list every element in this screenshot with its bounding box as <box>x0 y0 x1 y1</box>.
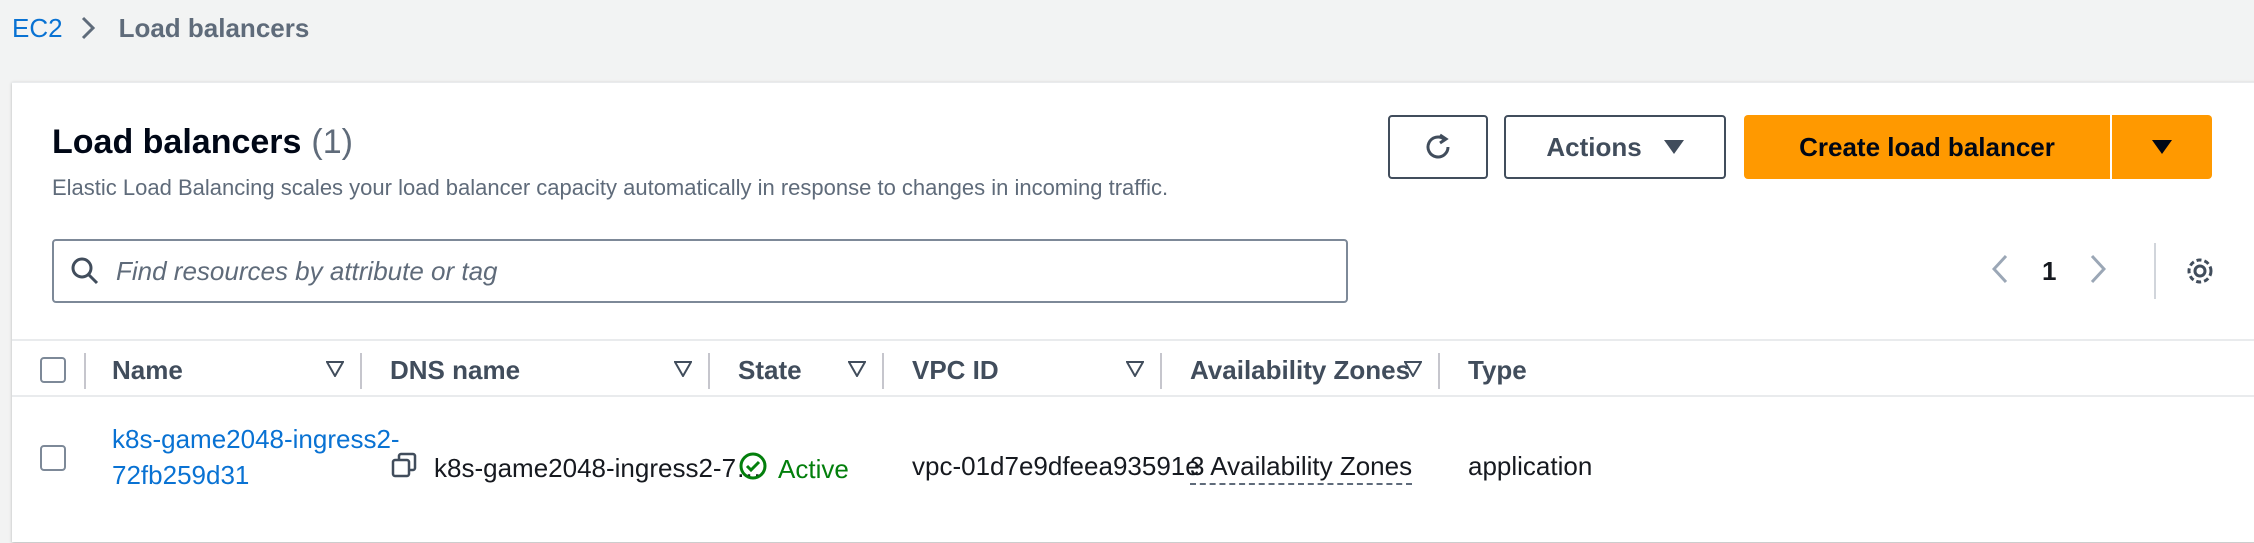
actions-dropdown-button[interactable]: Actions <box>1504 115 1726 179</box>
create-load-balancer-button[interactable]: Create load balancer <box>1744 115 2110 179</box>
state-cell: Active <box>738 451 849 488</box>
column-divider <box>360 353 362 389</box>
create-label: Create load balancer <box>1799 131 2055 162</box>
load-balancer-name-link[interactable]: k8s-game2048-ingress2- 72fb259d31 <box>112 421 400 493</box>
page-title-text: Load balancers <box>52 123 302 161</box>
search-icon <box>71 257 99 285</box>
page-number[interactable]: 1 <box>2042 256 2056 287</box>
search-field[interactable] <box>52 239 1348 303</box>
column-header-type[interactable]: Type <box>1468 341 1527 399</box>
caret-down-icon <box>1663 140 1684 154</box>
breadcrumb-ec2-link[interactable]: EC2 <box>12 13 63 44</box>
page-title: Load balancers (1) <box>52 123 353 162</box>
column-divider <box>1160 353 1162 389</box>
type-cell: application <box>1468 451 1593 481</box>
status-success-icon <box>738 451 768 488</box>
name-line-2: 72fb259d31 <box>112 460 250 490</box>
caret-down-icon <box>2152 140 2172 154</box>
column-label: Availability Zones <box>1190 354 1411 385</box>
settings-gear-icon[interactable] <box>2182 253 2218 289</box>
actions-label: Actions <box>1546 131 1642 162</box>
sort-icon[interactable] <box>1126 361 1144 377</box>
table-header: Name DNS name State VPC ID Availability … <box>12 339 2254 397</box>
column-label: Name <box>112 354 183 385</box>
chevron-right-icon <box>81 13 101 43</box>
page-description: Elastic Load Balancing scales your load … <box>52 175 1169 200</box>
name-line-1: k8s-game2048-ingress2- <box>112 424 400 454</box>
breadcrumb-current: Load balancers <box>118 12 310 43</box>
sort-icon[interactable] <box>326 361 344 377</box>
copy-icon[interactable] <box>390 451 418 486</box>
dns-name-cell: k8s-game2048-ingress2-7… <box>390 451 762 486</box>
dns-name-text: k8s-game2048-ingress2-7… <box>434 453 763 483</box>
column-divider <box>882 353 884 389</box>
column-divider <box>84 353 86 389</box>
divider <box>2154 243 2156 299</box>
chevron-right-icon[interactable] <box>2090 254 2107 289</box>
column-label: Type <box>1468 354 1527 385</box>
column-header-name[interactable]: Name <box>112 341 183 399</box>
chevron-left-icon[interactable] <box>1991 254 2008 289</box>
resource-count: (1) <box>311 123 353 161</box>
refresh-icon <box>1426 133 1450 159</box>
availability-zones-cell: 3 Availability Zones <box>1190 451 1413 485</box>
availability-zones-popover-trigger[interactable]: 3 Availability Zones <box>1190 451 1413 485</box>
search-input[interactable] <box>114 241 1346 301</box>
table-row: k8s-game2048-ingress2- 72fb259d31 k8s-ga… <box>12 397 2254 543</box>
refresh-button[interactable] <box>1388 115 1488 179</box>
create-options-dropdown-button[interactable] <box>2112 115 2212 179</box>
vpc-id-cell: vpc-01d7e9dfeea93591e <box>912 451 1200 481</box>
column-label: VPC ID <box>912 354 999 385</box>
column-divider <box>708 353 710 389</box>
load-balancers-panel: Load balancers (1) Elastic Load Balancin… <box>12 82 2254 542</box>
column-header-vpc-id[interactable]: VPC ID <box>912 341 999 399</box>
state-text: Active <box>778 454 849 484</box>
column-divider <box>1438 353 1440 389</box>
column-header-dns-name[interactable]: DNS name <box>390 341 520 399</box>
sort-icon[interactable] <box>1404 361 1422 377</box>
column-header-availability-zones[interactable]: Availability Zones <box>1190 341 1410 399</box>
sort-icon[interactable] <box>674 361 692 377</box>
select-all-checkbox[interactable] <box>40 357 66 383</box>
column-label: DNS name <box>390 354 521 385</box>
row-checkbox[interactable] <box>40 445 66 471</box>
pagination: 1 <box>1991 251 2107 291</box>
column-label: State <box>738 354 802 385</box>
sort-icon[interactable] <box>848 361 866 377</box>
breadcrumb: EC2 Load balancers <box>12 8 309 48</box>
column-header-state[interactable]: State <box>738 341 802 399</box>
